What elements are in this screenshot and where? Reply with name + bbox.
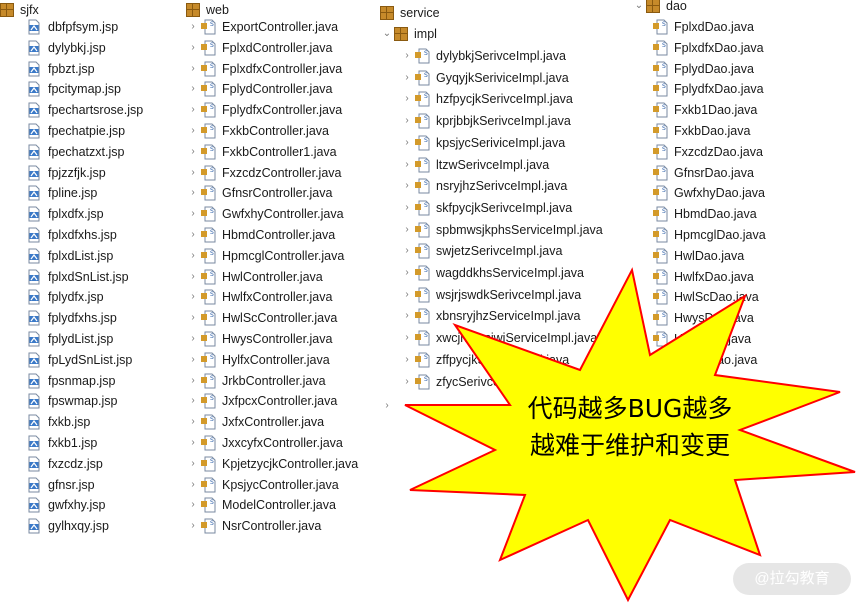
watermark: @拉勾教育 — [733, 563, 851, 595]
callout-line-2: 越难于维护和变更 — [529, 431, 730, 460]
starburst-callout — [404, 267, 856, 603]
callout-line-1: 代码越多BUG越多 — [527, 394, 733, 423]
callout-text: 代码越多BUG越多 越难于维护和变更 — [505, 390, 755, 464]
